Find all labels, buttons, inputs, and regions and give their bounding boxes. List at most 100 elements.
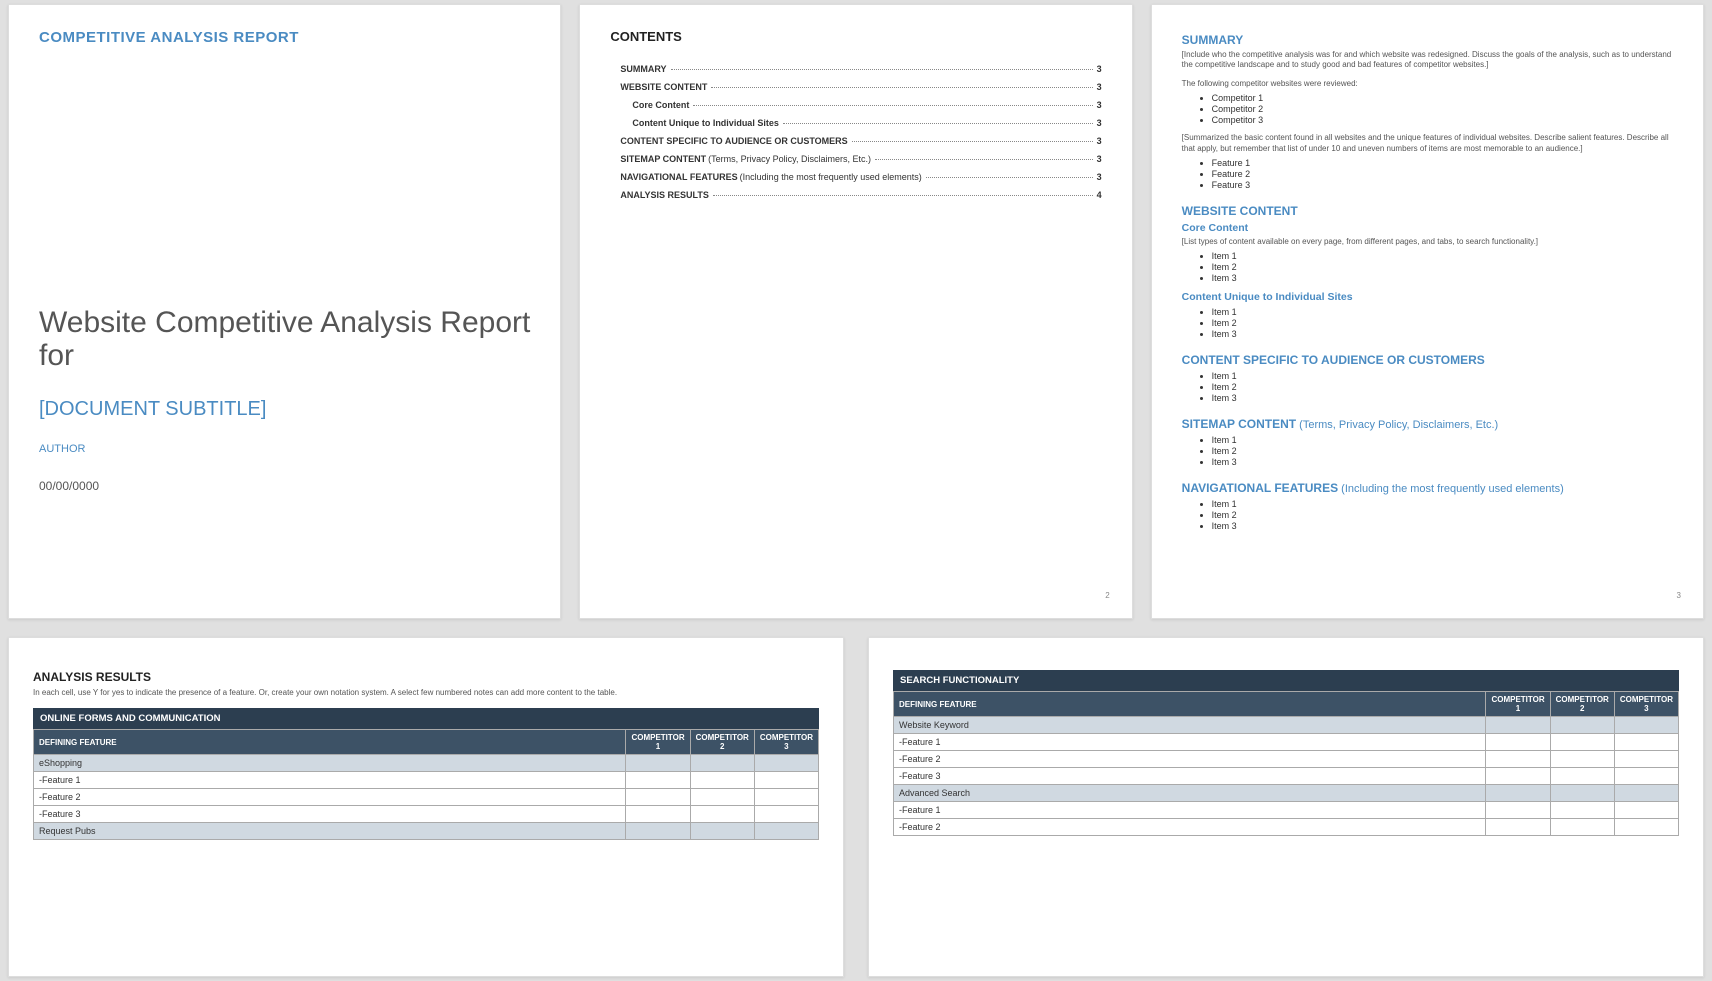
toc-label: SITEMAP CONTENT xyxy=(620,154,706,164)
table-header: COMPETITOR 1 xyxy=(1486,692,1550,717)
cell xyxy=(1486,768,1550,785)
nav-list: Item 1Item 2Item 3 xyxy=(1212,499,1673,531)
page-analysis-1: ANALYSIS RESULTS In each cell, use Y for… xyxy=(8,637,844,977)
sitemap-list: Item 1Item 2Item 3 xyxy=(1212,435,1673,467)
row-label: Request Pubs xyxy=(34,823,626,840)
row-label: -Feature 2 xyxy=(894,751,1486,768)
toc-row: SUMMARY 3 xyxy=(620,64,1101,74)
toc-label: SUMMARY xyxy=(620,64,666,74)
list-item: Feature 1 xyxy=(1212,158,1673,168)
summary-text1: [Include who the competitive analysis wa… xyxy=(1182,50,1673,71)
page-number: 2 xyxy=(1105,591,1109,600)
table-row: Advanced Search xyxy=(894,785,1679,802)
cell xyxy=(754,772,818,789)
cell xyxy=(626,823,690,840)
page-number: 3 xyxy=(1677,591,1681,600)
table-row: -Feature 3 xyxy=(894,768,1679,785)
cover-subtitle: [DOCUMENT SUBTITLE] xyxy=(39,398,530,421)
list-item: Item 1 xyxy=(1212,371,1673,381)
list-item: Item 2 xyxy=(1212,382,1673,392)
table-search: DEFINING FEATURECOMPETITOR 1COMPETITOR 2… xyxy=(893,691,1679,836)
toc-dots xyxy=(926,177,1093,178)
toc-page: 4 xyxy=(1097,190,1102,200)
table-row: Request Pubs xyxy=(34,823,819,840)
table-header: COMPETITOR 1 xyxy=(626,730,690,755)
toc-dots xyxy=(783,123,1093,124)
cell xyxy=(754,755,818,772)
toc-page: 3 xyxy=(1097,100,1102,110)
page-contents: CONTENTS SUMMARY3WEBSITE CONTENT3Core Co… xyxy=(579,4,1132,619)
list-item: Item 3 xyxy=(1212,457,1673,467)
row-label: eShopping xyxy=(34,755,626,772)
cell xyxy=(1550,717,1614,734)
toc-dots xyxy=(852,141,1093,142)
table-title-forms: ONLINE FORMS AND COMMUNICATION xyxy=(33,708,819,729)
toc-dots xyxy=(671,69,1093,70)
cell xyxy=(1614,734,1678,751)
list-item: Feature 2 xyxy=(1212,169,1673,179)
website-content-heading: WEBSITE CONTENT xyxy=(1182,204,1673,218)
table-header: COMPETITOR 3 xyxy=(754,730,818,755)
table-row: -Feature 2 xyxy=(894,819,1679,836)
list-item: Item 1 xyxy=(1212,499,1673,509)
toc-label: ANALYSIS RESULTS xyxy=(620,190,709,200)
toc-label: NAVIGATIONAL FEATURES xyxy=(620,172,737,182)
list-item: Item 1 xyxy=(1212,251,1673,261)
cell xyxy=(1550,819,1614,836)
table-row: -Feature 3 xyxy=(34,806,819,823)
row-label: -Feature 2 xyxy=(894,819,1486,836)
toc-row: Content Unique to Individual Sites3 xyxy=(632,118,1101,128)
audience-list: Item 1Item 2Item 3 xyxy=(1212,371,1673,403)
cell xyxy=(1614,751,1678,768)
list-item: Feature 3 xyxy=(1212,180,1673,190)
toc-page: 3 xyxy=(1097,64,1102,74)
cell xyxy=(754,789,818,806)
list-item: Item 2 xyxy=(1212,262,1673,272)
cell xyxy=(1614,717,1678,734)
table-header: DEFINING FEATURE xyxy=(894,692,1486,717)
table-header: COMPETITOR 3 xyxy=(1614,692,1678,717)
cell xyxy=(1486,819,1550,836)
toc-dots xyxy=(693,105,1092,106)
list-item: Item 2 xyxy=(1212,318,1673,328)
table-row: Website Keyword xyxy=(894,717,1679,734)
row-label: -Feature 2 xyxy=(34,789,626,806)
cell xyxy=(626,806,690,823)
list-item: Item 3 xyxy=(1212,393,1673,403)
analysis-heading: ANALYSIS RESULTS xyxy=(33,670,819,684)
page-row-2: ANALYSIS RESULTS In each cell, use Y for… xyxy=(8,637,1704,977)
cell xyxy=(690,789,754,806)
list-item: Item 3 xyxy=(1212,329,1673,339)
feature-list: Feature 1Feature 2Feature 3 xyxy=(1212,158,1673,190)
cell xyxy=(1486,785,1550,802)
toc-page: 3 xyxy=(1097,118,1102,128)
list-item: Item 3 xyxy=(1212,521,1673,531)
cell xyxy=(1550,751,1614,768)
row-label: Website Keyword xyxy=(894,717,1486,734)
cover-header: COMPETITIVE ANALYSIS REPORT xyxy=(39,29,530,46)
table-row: eShopping xyxy=(34,755,819,772)
list-item: Competitor 2 xyxy=(1212,104,1673,114)
cell xyxy=(1486,751,1550,768)
cell xyxy=(1486,802,1550,819)
toc-label: WEBSITE CONTENT xyxy=(620,82,707,92)
toc-note: (Including the most frequently used elem… xyxy=(740,172,922,182)
audience-heading: CONTENT SPECIFIC TO AUDIENCE OR CUSTOMER… xyxy=(1182,353,1673,367)
list-item: Competitor 1 xyxy=(1212,93,1673,103)
toc-page: 3 xyxy=(1097,172,1102,182)
cell xyxy=(690,823,754,840)
list-item: Competitor 3 xyxy=(1212,115,1673,125)
toc-row: Core Content3 xyxy=(632,100,1101,110)
cover-date: 00/00/0000 xyxy=(39,479,530,493)
core-heading: Core Content xyxy=(1182,222,1673,234)
cell xyxy=(690,806,754,823)
cell xyxy=(626,755,690,772)
summary-heading: SUMMARY xyxy=(1182,33,1673,47)
nav-note: (Including the most frequently used elem… xyxy=(1338,483,1564,495)
cell xyxy=(1550,802,1614,819)
summary-text3: [Summarized the basic content found in a… xyxy=(1182,133,1673,154)
page-row-1: COMPETITIVE ANALYSIS REPORT Website Comp… xyxy=(8,4,1704,619)
table-row: -Feature 1 xyxy=(894,734,1679,751)
cover-author: AUTHOR xyxy=(39,443,530,455)
table-header: COMPETITOR 2 xyxy=(690,730,754,755)
